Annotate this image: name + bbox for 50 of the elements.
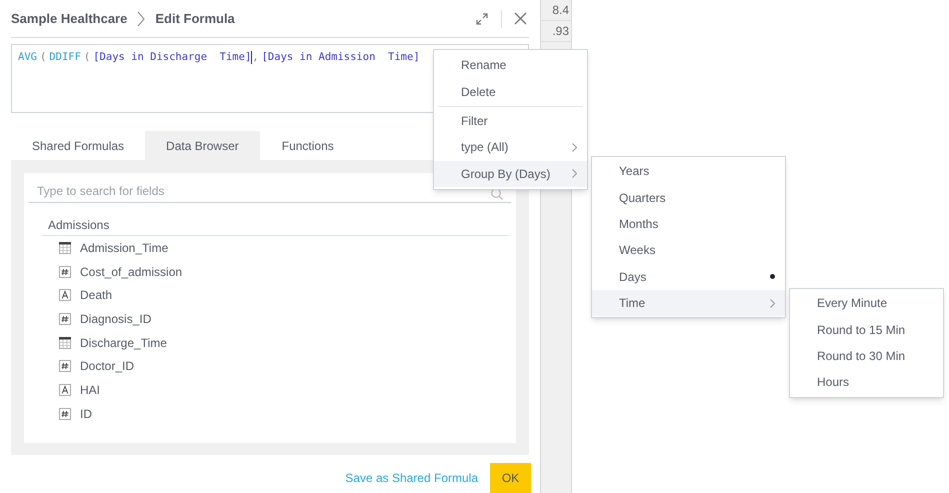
calendar-icon (59, 242, 71, 254)
table-cell-text: .93 (552, 23, 569, 40)
chevron-right-icon (572, 142, 577, 152)
expand-icon[interactable] (475, 12, 489, 26)
calendar-icon (59, 336, 71, 349)
menu-item[interactable]: Days (592, 264, 785, 290)
text-cursor (251, 50, 252, 64)
formula-token: AVG (18, 51, 37, 63)
hash-icon (59, 408, 71, 420)
field-item[interactable]: HAI (59, 378, 511, 402)
formula-token: ( (40, 51, 46, 63)
hash-icon (59, 360, 71, 372)
field-item[interactable]: Doctor_ID (59, 354, 511, 378)
field-item[interactable]: Death (59, 283, 511, 308)
tab[interactable]: Data Browser (145, 131, 260, 160)
formula-token: ( (84, 51, 90, 63)
menu-item[interactable]: Weeks (592, 237, 785, 264)
menu-item[interactable]: Hours (790, 369, 943, 396)
field-item[interactable]: Diagnosis_ID (59, 307, 511, 331)
menu-item[interactable]: Group By (Days) (434, 160, 587, 187)
menu-item[interactable]: Time (592, 290, 785, 316)
menu-item[interactable]: Round to 30 Min (790, 342, 943, 370)
field-item[interactable]: ID (59, 402, 511, 426)
menu-item[interactable]: Every Minute (790, 290, 943, 316)
menu-item[interactable]: Quarters (592, 184, 785, 211)
menu-item[interactable]: Round to 15 Min (790, 316, 943, 343)
dialog-title: Edit Formula (155, 10, 235, 28)
ok-button[interactable]: OK (490, 463, 531, 493)
hash-icon (59, 312, 71, 325)
breadcrumb-link[interactable]: Sample Healthcare (11, 8, 128, 28)
chevron-right-icon (137, 10, 146, 26)
formula-token: [Days in Discharge Time] (93, 51, 252, 63)
menu-item[interactable]: Years (592, 158, 785, 184)
formula-token: , (252, 51, 259, 63)
formula-token: [Days in Admission Time] (262, 51, 420, 63)
field-item[interactable]: Cost_of_admission (59, 260, 511, 284)
group-heading: Admissions (47, 216, 110, 234)
hash-icon (59, 266, 71, 278)
close-icon[interactable] (514, 12, 527, 25)
menu-item[interactable]: type (All) (434, 134, 587, 161)
formula-token: DDIFF (49, 51, 81, 63)
field-item[interactable]: Discharge_Time (59, 330, 511, 354)
text-type-icon (59, 384, 71, 396)
menu-item[interactable]: Months (592, 210, 785, 238)
chevron-right-icon (770, 298, 775, 308)
chevron-right-icon (572, 169, 577, 178)
search-icon (491, 188, 503, 200)
table-cell-text: 8.4 (552, 2, 569, 19)
field-item[interactable]: Admission_Time (59, 236, 511, 260)
text-type-icon (59, 289, 71, 302)
